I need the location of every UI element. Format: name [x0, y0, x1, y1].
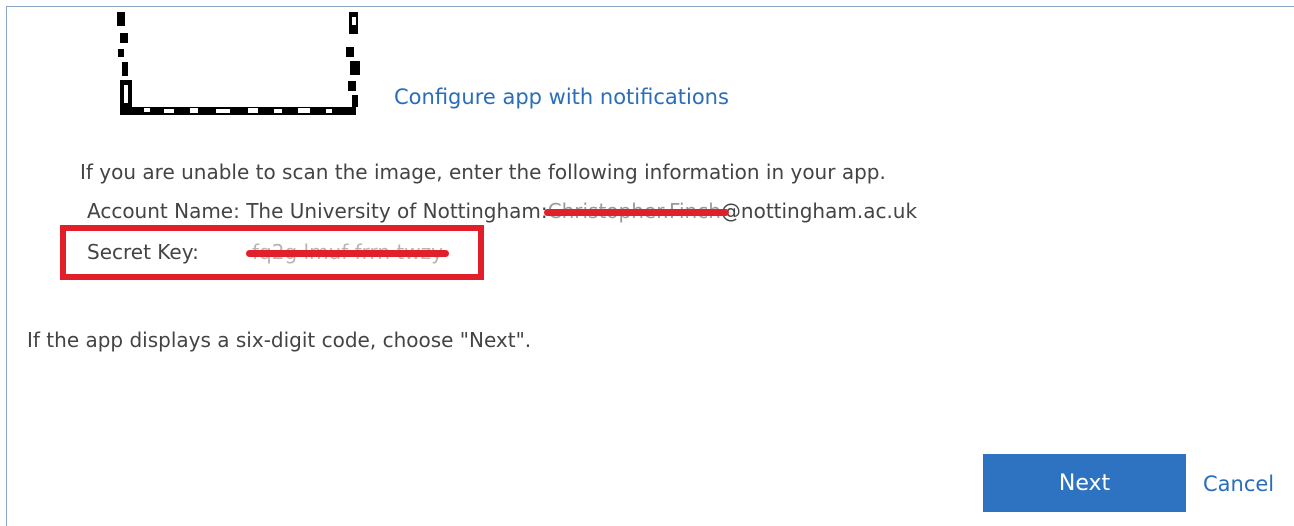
- secret-key-value: fq2g lmuf frrn twzy: [246, 240, 449, 264]
- cancel-link[interactable]: Cancel: [1203, 472, 1274, 496]
- account-name-redacted: Christopher.Finch: [543, 199, 729, 223]
- redaction-stroke: [246, 250, 449, 257]
- account-name-row: Account Name: The University of Nottingh…: [87, 199, 917, 223]
- qr-code-icon: [117, 12, 360, 115]
- scan-instructions: If you are unable to scan the image, ent…: [80, 160, 886, 184]
- account-name-domain: @nottingham.ac.uk: [720, 199, 918, 223]
- configure-app-link[interactable]: Configure app with notifications: [394, 85, 729, 109]
- next-button[interactable]: Next: [983, 454, 1186, 512]
- account-name-label: Account Name: The University of Nottingh…: [87, 199, 548, 223]
- secret-key-label: Secret Key:: [87, 240, 199, 264]
- mfa-setup-panel: Configure app with notifications If you …: [6, 6, 1294, 526]
- six-digit-hint: If the app displays a six-digit code, ch…: [27, 328, 532, 352]
- redaction-stroke: [543, 209, 729, 216]
